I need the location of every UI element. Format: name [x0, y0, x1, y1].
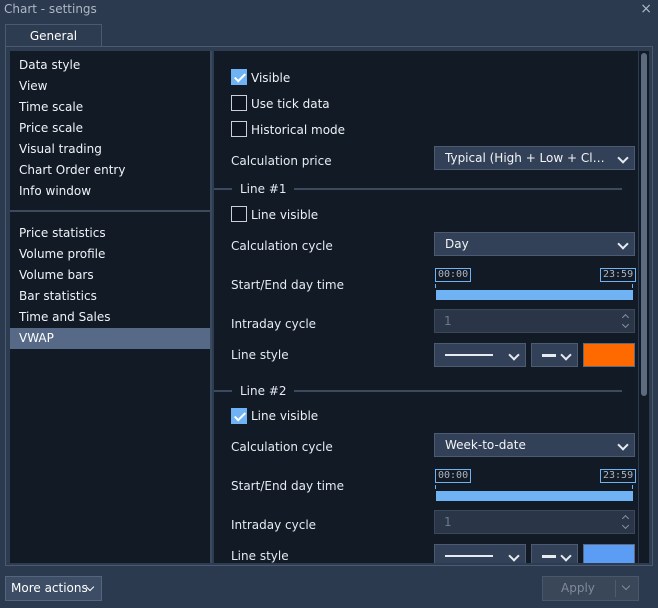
- section-rule: [214, 188, 232, 190]
- section-rule: [294, 188, 622, 190]
- line-width-icon: [542, 555, 556, 558]
- stepper-down-icon[interactable]: [621, 320, 630, 329]
- sidebar-item-data-style[interactable]: Data style: [10, 55, 210, 76]
- line1-calculation-cycle-label: Calculation cycle: [231, 239, 333, 253]
- solid-line-icon: [445, 555, 493, 557]
- solid-line-icon: [445, 354, 493, 356]
- settings-sidebar: Data style View Time scale Price scale V…: [10, 51, 212, 563]
- chevron-down-icon: [508, 349, 520, 361]
- line2-line-type-dropdown[interactable]: [434, 544, 526, 563]
- line2-calculation-cycle-dropdown[interactable]: Week-to-date: [434, 433, 635, 457]
- chevron-down-icon: [560, 550, 572, 562]
- line2-intraday-cycle-value: 1: [444, 515, 452, 529]
- line1-intraday-cycle-label: Intraday cycle: [231, 317, 317, 331]
- line1-calculation-cycle-dropdown[interactable]: Day: [434, 232, 635, 256]
- sidebar-item-info-window[interactable]: Info window: [10, 181, 210, 202]
- line2-line-style-label: Line style: [231, 549, 289, 563]
- line1-line-style-label: Line style: [231, 348, 289, 362]
- sidebar-item-time-scale[interactable]: Time scale: [10, 97, 210, 118]
- line1-section-title: Line #1: [240, 182, 287, 196]
- chevron-down-icon: [560, 349, 572, 361]
- apply-button[interactable]: Apply: [542, 576, 639, 601]
- sidebar-item-view[interactable]: View: [10, 76, 210, 97]
- section-rule: [294, 390, 622, 392]
- line1-end-time[interactable]: 23:59: [600, 268, 637, 282]
- line1-time-range-slider[interactable]: [436, 290, 633, 300]
- use-tick-data-label: Use tick data: [251, 97, 330, 111]
- line1-visible-checkbox[interactable]: [231, 206, 247, 222]
- sidebar-item-time-and-sales[interactable]: Time and Sales: [10, 307, 210, 328]
- chevron-down-icon: [617, 439, 629, 451]
- chevron-down-icon: [617, 238, 629, 250]
- line-width-icon: [542, 354, 556, 357]
- line1-visible-label: Line visible: [251, 208, 319, 222]
- line2-intraday-cycle-label: Intraday cycle: [231, 518, 317, 532]
- line2-line-width-dropdown[interactable]: [531, 544, 578, 563]
- line1-start-end-label: Start/End day time: [231, 278, 344, 292]
- line2-visible-label: Line visible: [251, 409, 319, 423]
- sidebar-item-volume-bars[interactable]: Volume bars: [10, 265, 210, 286]
- line1-intraday-cycle-input[interactable]: 1: [434, 309, 635, 333]
- line2-calculation-cycle-value: Week-to-date: [445, 438, 526, 452]
- sidebar-item-chart-order-entry[interactable]: Chart Order entry: [10, 160, 210, 181]
- chevron-down-icon: [617, 152, 629, 164]
- sidebar-item-vwap[interactable]: VWAP: [10, 328, 210, 349]
- line1-line-type-dropdown[interactable]: [434, 343, 526, 367]
- close-icon[interactable]: ×: [640, 1, 652, 17]
- range-tick: [632, 485, 633, 489]
- line2-color-swatch[interactable]: [583, 544, 635, 563]
- range-tick: [435, 485, 436, 489]
- visible-label: Visible: [251, 71, 291, 85]
- tab-general[interactable]: General: [5, 24, 102, 47]
- section-rule: [214, 390, 232, 392]
- sidebar-divider: [10, 210, 210, 212]
- sidebar-item-volume-profile[interactable]: Volume profile: [10, 244, 210, 265]
- line2-end-time[interactable]: 23:59: [600, 469, 637, 483]
- line2-visible-checkbox[interactable]: [231, 408, 247, 424]
- use-tick-data-checkbox[interactable]: [231, 95, 247, 111]
- line1-intraday-cycle-value: 1: [444, 314, 452, 328]
- more-actions-button[interactable]: More actions: [5, 576, 102, 601]
- historical-mode-checkbox[interactable]: [231, 121, 247, 137]
- historical-mode-label: Historical mode: [251, 123, 346, 137]
- line1-calculation-cycle-value: Day: [445, 237, 469, 251]
- more-actions-label: More actions: [11, 581, 88, 595]
- line2-intraday-cycle-input[interactable]: 1: [434, 510, 635, 534]
- split-divider: [615, 580, 616, 597]
- stepper-down-icon[interactable]: [621, 521, 630, 530]
- calculation-price-label: Calculation price: [231, 154, 332, 168]
- sidebar-item-bar-statistics[interactable]: Bar statistics: [10, 286, 210, 307]
- sidebar-item-visual-trading[interactable]: Visual trading: [10, 139, 210, 160]
- range-tick: [632, 284, 633, 288]
- scrollbar-thumb[interactable]: [641, 53, 647, 396]
- line1-start-time[interactable]: 00:00: [435, 268, 472, 282]
- chevron-down-icon: [508, 550, 520, 562]
- line2-section-title: Line #2: [240, 384, 287, 398]
- visible-checkbox[interactable]: [231, 69, 247, 85]
- line2-start-end-label: Start/End day time: [231, 479, 344, 493]
- line2-start-time[interactable]: 00:00: [435, 469, 472, 483]
- range-tick: [435, 284, 436, 288]
- sidebar-item-price-scale[interactable]: Price scale: [10, 118, 210, 139]
- apply-label: Apply: [561, 581, 595, 595]
- calculation-price-dropdown[interactable]: Typical (High + Low + Close)/3: [434, 146, 635, 170]
- vwap-settings-panel: Visible Use tick data Historical mode Ca…: [214, 51, 638, 563]
- sidebar-item-price-statistics[interactable]: Price statistics: [10, 223, 210, 244]
- window-title: Chart - settings: [4, 2, 97, 16]
- calculation-price-value: Typical (High + Low + Close)/3: [445, 151, 610, 165]
- line1-color-swatch[interactable]: [583, 343, 635, 367]
- chevron-down-icon[interactable]: [621, 581, 631, 591]
- title-bar: Chart - settings ×: [0, 0, 658, 20]
- line2-time-range-slider[interactable]: [436, 491, 633, 501]
- line1-line-width-dropdown[interactable]: [531, 343, 578, 367]
- line2-calculation-cycle-label: Calculation cycle: [231, 440, 333, 454]
